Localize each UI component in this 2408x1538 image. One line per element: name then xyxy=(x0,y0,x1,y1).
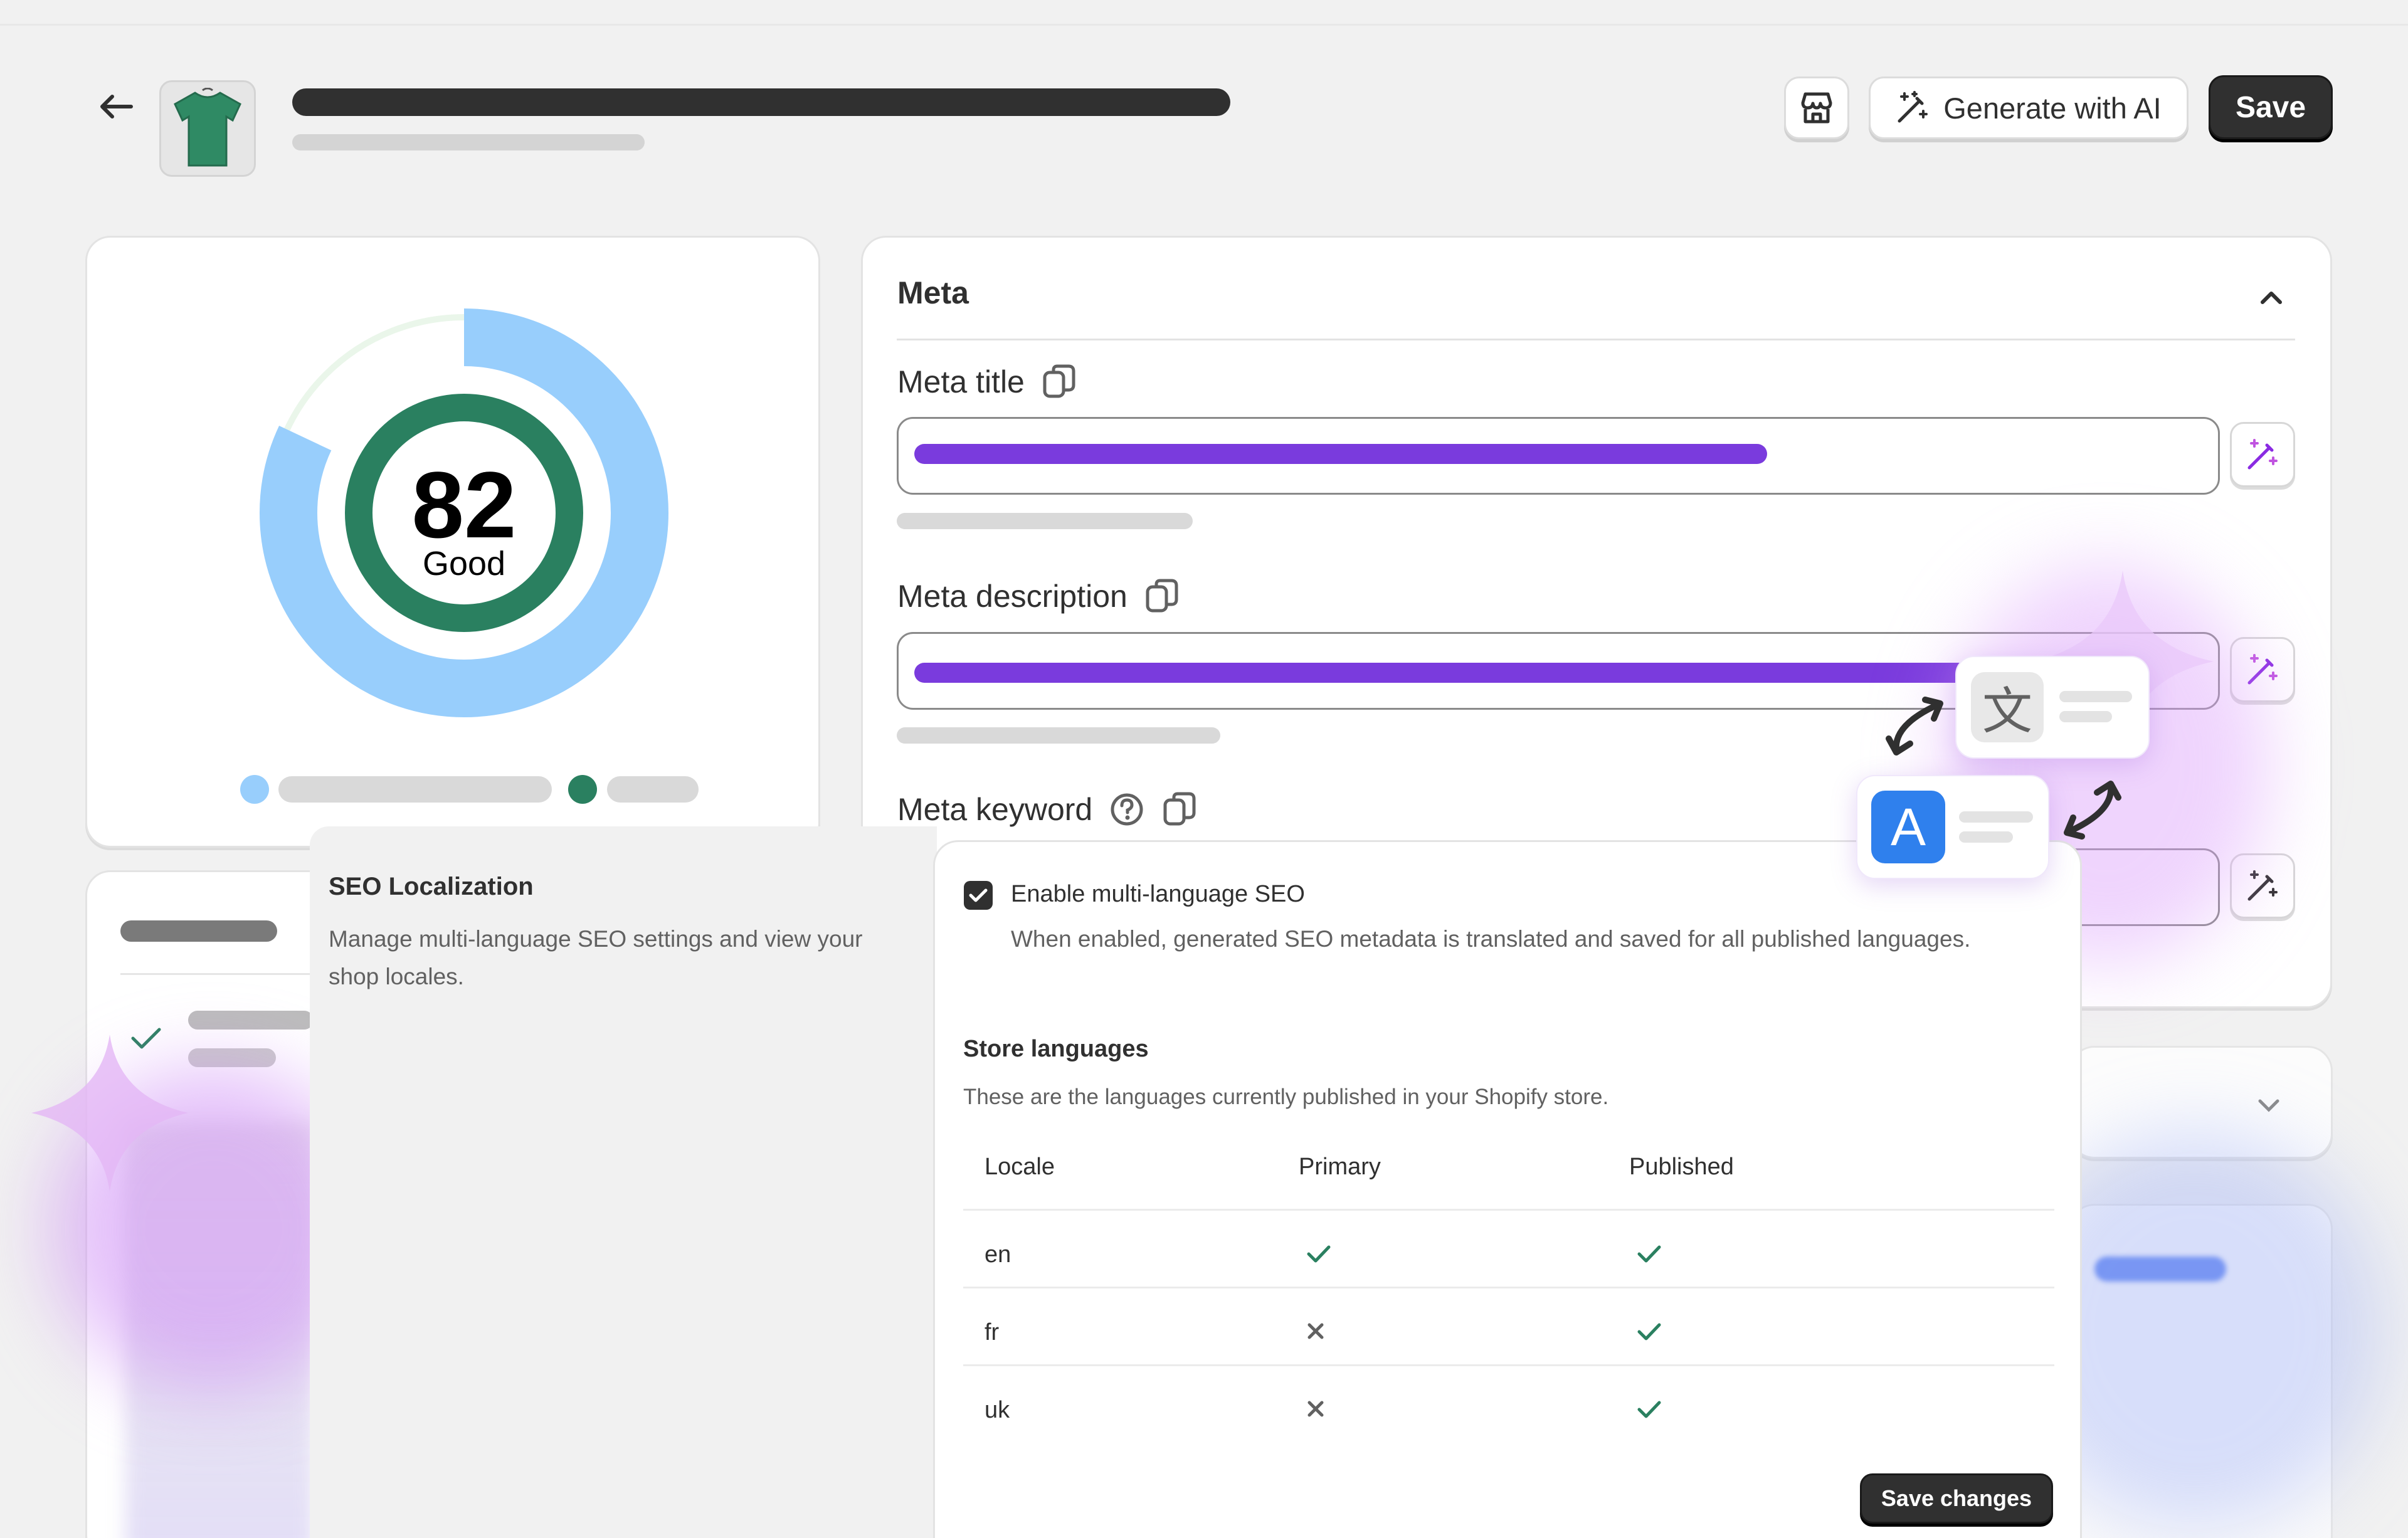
translate-line-placeholder xyxy=(1959,831,2013,843)
seo-localization-title: SEO Localization xyxy=(329,873,534,900)
x-icon xyxy=(1305,1320,1326,1345)
seo-score-grade: Good xyxy=(422,545,506,582)
meta-title-ai-button[interactable] xyxy=(2230,422,2295,487)
translate-line-placeholder xyxy=(2059,691,2132,702)
tshirt-icon xyxy=(174,88,241,167)
meta-divider xyxy=(897,339,2295,340)
meta-title-help-placeholder xyxy=(897,513,1193,529)
store-languages-description: These are the languages currently publis… xyxy=(963,1085,1609,1109)
meta-title-value-placeholder xyxy=(914,444,1767,464)
column-header-primary: Primary xyxy=(1299,1154,1381,1180)
checklist-item-placeholder xyxy=(188,1011,314,1030)
translate-copy-icon xyxy=(1146,579,1178,613)
meta-description-help-placeholder xyxy=(897,727,1220,744)
seo-localization-description: Manage multi-language SEO settings and v… xyxy=(329,926,863,989)
checklist-title-placeholder xyxy=(120,920,277,942)
enable-multilanguage-checkbox[interactable] xyxy=(964,881,993,910)
translate-line-placeholder xyxy=(1959,811,2033,823)
meta-keyword-text: Meta keyword xyxy=(897,792,1093,827)
legend-label-placeholder xyxy=(278,776,552,803)
legend-dot-green xyxy=(568,775,597,804)
top-divider xyxy=(0,24,2408,26)
help-circle-icon[interactable] xyxy=(1109,791,1145,828)
arrow-left-icon xyxy=(100,95,133,119)
target-language-glyph: A xyxy=(1871,791,1945,863)
magic-wand-icon xyxy=(1898,91,1928,123)
chevron-down-icon[interactable] xyxy=(2256,1096,2281,1115)
meta-description-text: Meta description xyxy=(897,579,1127,614)
locale-cell: fr xyxy=(985,1319,1000,1346)
sparkle-decoration xyxy=(31,1035,188,1191)
translate-copy-icon xyxy=(1043,364,1075,398)
check-icon xyxy=(1635,1320,1663,1346)
locale-cell: en xyxy=(985,1241,1011,1268)
locale-cell: uk xyxy=(985,1397,1010,1423)
x-icon xyxy=(1305,1398,1326,1423)
check-icon xyxy=(1635,1243,1663,1268)
generate-label: Generate with AI xyxy=(1943,91,2162,125)
check-icon xyxy=(1635,1398,1663,1424)
table-divider xyxy=(963,1287,2054,1288)
product-subtitle-placeholder xyxy=(292,134,645,150)
check-icon xyxy=(969,888,988,902)
swap-arrow-icon xyxy=(1886,697,1943,756)
chevron-up-icon[interactable] xyxy=(2254,280,2289,315)
meta-description-value-placeholder xyxy=(914,663,2018,683)
translate-line-placeholder xyxy=(2059,711,2112,722)
magic-wand-icon xyxy=(2247,870,2278,901)
generate-with-ai-button[interactable]: Generate with AI xyxy=(1869,76,2189,139)
meta-title-label: Meta title xyxy=(897,364,1077,400)
checklist-item-placeholder xyxy=(188,1048,276,1067)
store-icon xyxy=(1801,92,1832,124)
table-divider xyxy=(963,1364,2054,1366)
magic-wand-icon xyxy=(2247,439,2278,470)
source-language-glyph: 文 xyxy=(1971,672,2044,742)
store-languages-title: Store languages xyxy=(963,1036,1149,1062)
table-divider xyxy=(963,1209,2054,1211)
save-button[interactable]: Save xyxy=(2209,75,2333,139)
view-store-button[interactable] xyxy=(1784,76,1849,139)
meta-section-title: Meta xyxy=(897,275,969,310)
swap-arrow-icon xyxy=(2064,781,2121,840)
meta-description-label: Meta description xyxy=(897,578,1180,614)
enable-multilanguage-help: When enabled, generated SEO metadata is … xyxy=(1011,926,1971,952)
back-button[interactable] xyxy=(94,88,138,125)
save-changes-button[interactable]: Save changes xyxy=(1860,1473,2053,1524)
legend-dot-blue xyxy=(240,775,269,804)
translate-copy-icon xyxy=(1163,792,1196,826)
product-thumbnail xyxy=(159,80,256,177)
enable-multilanguage-label[interactable]: Enable multi-language SEO xyxy=(1011,881,1305,908)
meta-title-text: Meta title xyxy=(897,364,1025,399)
seo-score-value: 82 xyxy=(411,452,517,557)
product-title-placeholder xyxy=(292,88,1230,116)
meta-keyword-label: Meta keyword xyxy=(897,791,1198,828)
column-header-locale: Locale xyxy=(985,1154,1055,1180)
legend-label-placeholder xyxy=(607,776,699,803)
check-icon xyxy=(1305,1243,1333,1268)
column-header-published: Published xyxy=(1629,1154,1734,1180)
